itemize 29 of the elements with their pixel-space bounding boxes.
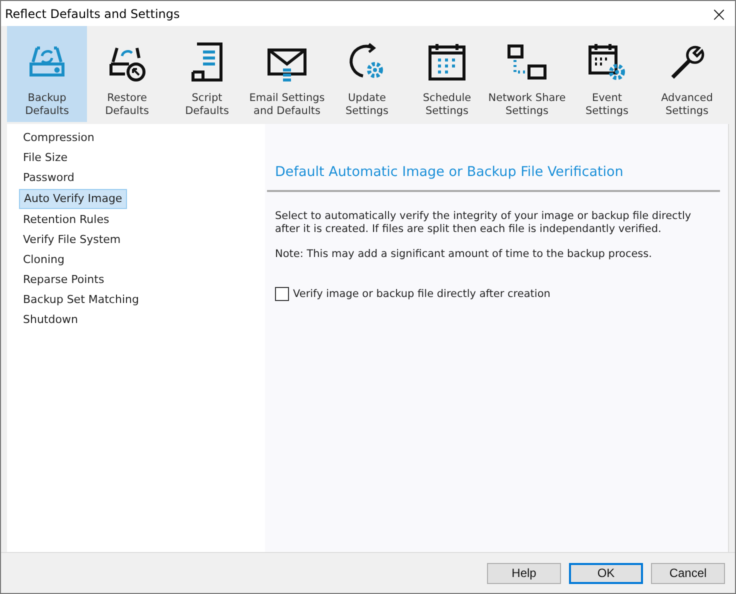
dialog-button[interactable]: Cancel <box>651 562 725 584</box>
dialog-button[interactable]: Help <box>487 562 561 584</box>
sidebar-item[interactable]: Reparse Points <box>19 270 108 290</box>
checkbox-label[interactable]: Verify image or backup file directly after creation <box>293 288 550 300</box>
sidebar-item[interactable]: Shutdown <box>19 310 82 330</box>
sidebar-item[interactable]: Password <box>19 168 78 188</box>
sidebar-item[interactable]: Verify File System <box>19 230 125 250</box>
toolbar-button[interactable]: Advanced Settings <box>647 26 727 122</box>
checkbox[interactable] <box>275 287 289 301</box>
dialog-button[interactable]: OK <box>569 562 643 584</box>
sidebar-item[interactable]: Backup Set Matching <box>19 290 143 310</box>
toolbar-button[interactable]: Network Share Settings <box>487 26 567 122</box>
panel-heading: Default Automatic Image or Backup File Verification <box>267 164 720 192</box>
toolbar-button[interactable]: Backup Defaults <box>7 26 87 122</box>
sidebar-item[interactable]: Cloning <box>19 250 68 270</box>
close-button[interactable]: × <box>709 2 729 26</box>
toolbar-button[interactable]: Restore Defaults <box>87 26 167 122</box>
window-title: Reflect Defaults and Settings <box>5 6 180 20</box>
description-text: Select to automatically verify the integrity of your image or backup file directly after it is created. If files are split then each file is independantly verified. <box>275 210 692 236</box>
sidebar-item[interactable]: File Size <box>19 148 72 168</box>
sidebar-item[interactable]: Retention Rules <box>19 210 114 230</box>
toolbar-button[interactable]: Schedule Settings <box>407 26 487 122</box>
note-text: Note: This may add a significant amount of time to the backup process. <box>275 248 653 261</box>
toolbar-button[interactable]: Event Settings <box>567 26 647 122</box>
toolbar-button[interactable]: Script Defaults <box>167 26 247 122</box>
sidebar-item[interactable]: Compression <box>19 128 98 148</box>
toolbar-button[interactable]: Update Settings <box>327 26 407 122</box>
sidebar-item[interactable]: Auto Verify Image <box>19 189 128 209</box>
toolbar-button[interactable]: Email Settings and Defaults <box>247 26 327 122</box>
